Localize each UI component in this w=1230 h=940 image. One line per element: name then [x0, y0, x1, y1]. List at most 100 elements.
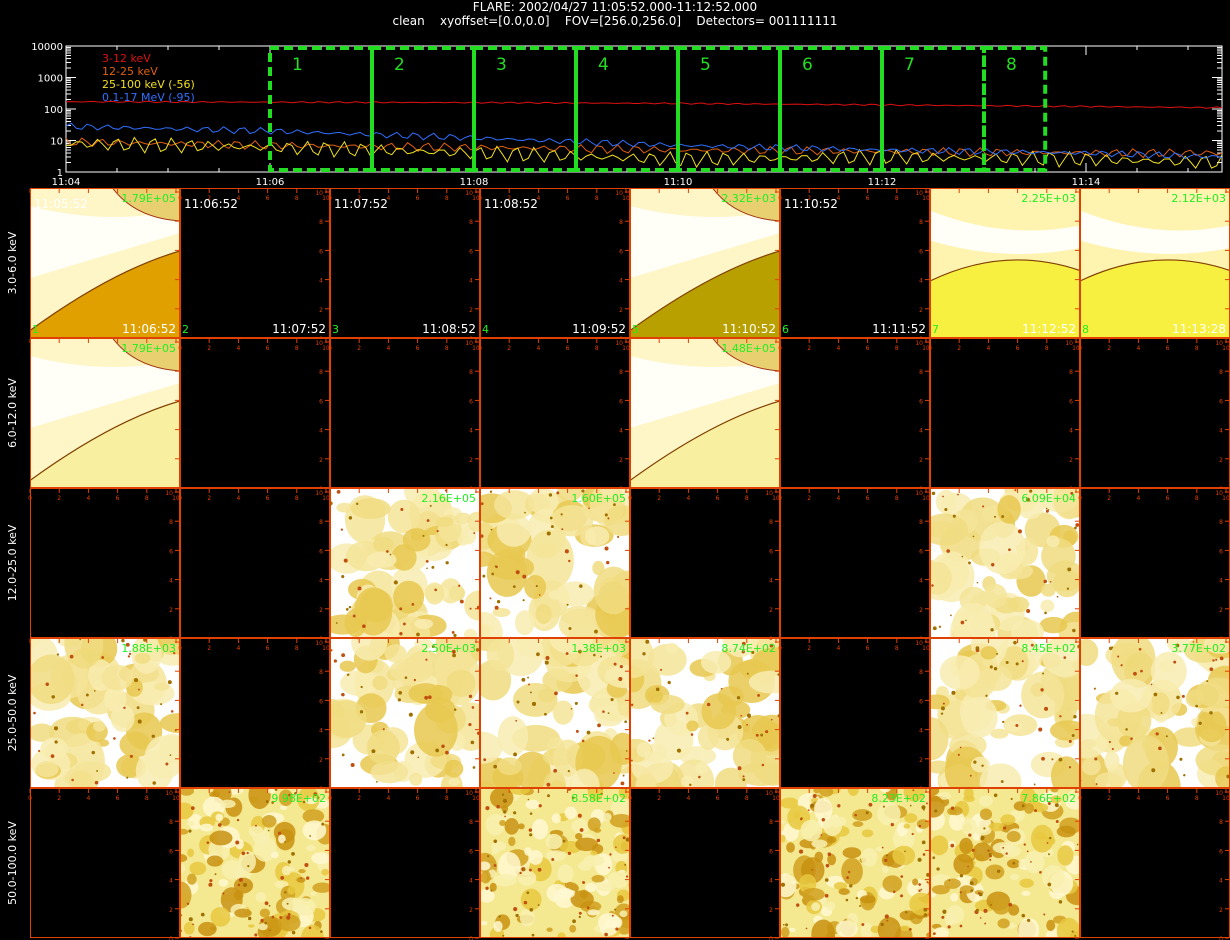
panel-x-tick-label: 8: [1195, 345, 1199, 352]
panel-background: [180, 488, 330, 638]
texture-speck: [485, 806, 490, 811]
texture-speck: [547, 794, 550, 798]
texture-speck: [973, 760, 977, 764]
texture-speck: [493, 864, 497, 867]
texture-blob: [838, 888, 850, 896]
texture-speck: [942, 495, 944, 498]
texture-speck: [480, 502, 484, 506]
texture-speck: [429, 504, 432, 507]
texture-blob: [514, 610, 535, 636]
texture-blob: [578, 861, 592, 871]
texture-speck: [468, 694, 473, 699]
texture-blob: [493, 920, 503, 933]
texture-blob: [508, 836, 516, 847]
panel-y-tick-label: 8: [469, 819, 473, 826]
panel-peak-value: 2.50E+03: [421, 642, 476, 655]
texture-speck: [959, 874, 964, 878]
texture-speck: [1005, 660, 1009, 664]
texture-blob: [305, 844, 316, 852]
texture-speck: [991, 563, 995, 567]
image-panel: 1.79E+05 11:05:52 11:06:52 1: [29, 188, 180, 339]
texture-speck: [524, 511, 526, 514]
texture-blob: [1006, 831, 1021, 843]
texture-speck: [486, 855, 490, 858]
texture-blob: [569, 924, 577, 933]
texture-speck: [837, 804, 841, 808]
panel-x-tick-label: 10: [922, 495, 930, 502]
texture-speck: [565, 652, 569, 655]
texture-blob: [587, 817, 601, 832]
energy-band-label: 12.0-25.0 keV: [6, 524, 19, 601]
texture-speck: [975, 908, 979, 912]
texture-speck: [308, 926, 312, 930]
texture-speck: [1043, 579, 1048, 584]
panel-x-tick-label: 6: [266, 645, 270, 652]
texture-speck: [408, 712, 413, 717]
panel-interval-number: 6: [782, 323, 789, 336]
texture-blob: [1094, 772, 1123, 788]
texture-speck: [468, 722, 472, 727]
texture-speck: [526, 891, 530, 895]
texture-blob: [336, 502, 353, 513]
panel-y-tick-label: 8: [769, 819, 773, 826]
texture-blob: [535, 819, 542, 825]
texture-blob: [1042, 865, 1065, 890]
texture-speck: [300, 877, 303, 879]
texture-speck: [485, 886, 489, 890]
texture-blob: [110, 704, 135, 732]
panel-peak-value: 1.79E+05: [121, 192, 176, 205]
texture-speck: [548, 493, 553, 497]
texture-speck: [528, 828, 533, 832]
texture-speck: [613, 772, 615, 774]
panel-x-tick-label: 6: [1016, 345, 1020, 352]
panel-x-tick-label: 8: [295, 345, 299, 352]
texture-speck: [126, 776, 129, 779]
texture-blob: [950, 893, 959, 902]
panel-peak-value: 1.79E+05: [121, 342, 176, 355]
texture-speck: [742, 778, 746, 782]
texture-blob: [153, 682, 170, 691]
texture-speck: [494, 605, 499, 610]
texture-speck: [1108, 740, 1111, 744]
texture-speck: [192, 923, 194, 926]
texture-speck: [736, 696, 741, 700]
panel-background: [930, 338, 1080, 488]
panel-image: [630, 338, 780, 488]
texture-speck: [849, 884, 853, 888]
texture-blob: [814, 797, 833, 822]
texture-blob: [504, 818, 519, 835]
texture-speck: [528, 868, 532, 872]
texture-speck: [604, 932, 608, 937]
texture-speck: [925, 802, 928, 805]
panel-x-tick-label: 8: [145, 495, 149, 502]
texture-speck: [504, 815, 506, 818]
texture-speck: [45, 682, 49, 686]
texture-speck: [921, 840, 926, 845]
texture-speck: [706, 702, 711, 707]
texture-speck: [54, 740, 58, 744]
texture-speck: [538, 594, 541, 596]
texture-speck: [1023, 843, 1026, 846]
texture-speck: [1198, 721, 1202, 725]
texture-speck: [222, 892, 225, 895]
texture-speck: [501, 793, 505, 796]
panel-end-time: 11:07:52: [272, 322, 326, 336]
image-panel: 8.58E+02: [479, 788, 630, 939]
texture-speck: [960, 620, 965, 625]
texture-blob: [974, 826, 992, 836]
texture-speck: [798, 849, 804, 854]
panel-background: [780, 488, 930, 638]
texture-blob: [525, 799, 540, 810]
panel-y-tick-label: 6: [1219, 398, 1223, 405]
texture-speck: [615, 927, 619, 931]
texture-speck: [1017, 529, 1022, 534]
texture-blob: [215, 813, 224, 822]
texture-speck: [1074, 934, 1077, 937]
texture-blob: [882, 875, 903, 893]
texture-blob: [1057, 845, 1074, 866]
texture-blob: [366, 729, 400, 765]
texture-blob: [492, 607, 511, 617]
panel-x-tick-label: 4: [836, 345, 840, 352]
image-panel-grid: 3.0-6.0 keV 6.0-12.0 keV 12.0-25.0 keV 25.0…: [6, 188, 1230, 940]
texture-speck: [1047, 509, 1050, 511]
